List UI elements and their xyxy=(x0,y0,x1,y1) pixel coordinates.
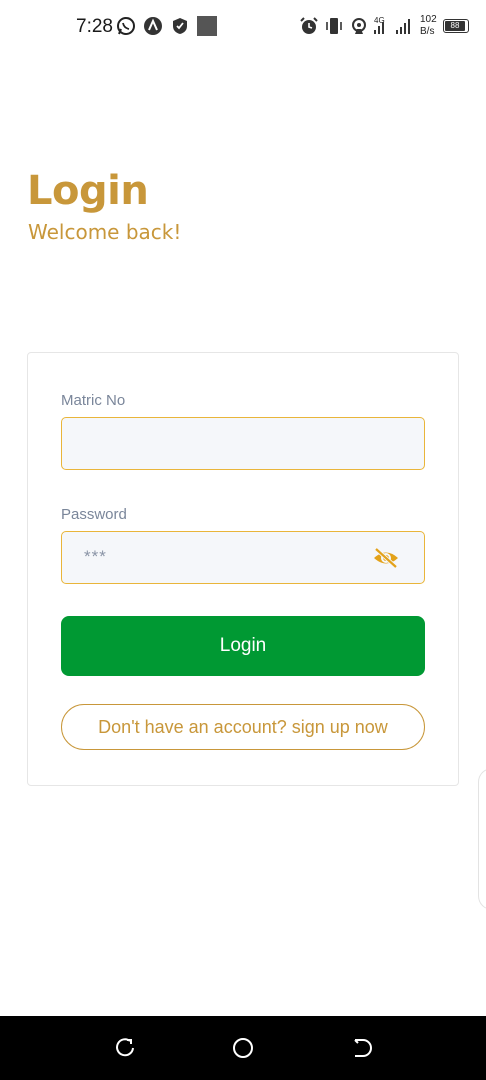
network-speed-unit: B/s xyxy=(420,26,435,37)
vpn-icon xyxy=(144,17,162,35)
eye-off-icon[interactable] xyxy=(372,546,400,570)
home-icon[interactable] xyxy=(231,1036,255,1060)
status-time: 7:28 xyxy=(76,16,113,37)
shield-icon xyxy=(173,18,187,34)
signup-button[interactable]: Don't have an account? sign up now xyxy=(61,704,425,750)
edge-panel-handle[interactable] xyxy=(478,768,486,910)
login-button[interactable]: Login xyxy=(61,616,425,676)
alarm-icon xyxy=(300,17,318,34)
status-bar: 7:28 4G 102 B/s 88 xyxy=(0,0,486,54)
login-card: Matric No Password *** Login Don't have … xyxy=(27,352,459,786)
password-label: Password xyxy=(61,506,127,523)
recents-icon[interactable] xyxy=(113,1036,137,1060)
matric-input[interactable] xyxy=(61,417,425,470)
whatsapp-icon xyxy=(117,17,135,35)
back-icon[interactable] xyxy=(349,1036,373,1060)
matric-label: Matric No xyxy=(61,392,126,409)
signal-icon xyxy=(374,19,410,34)
password-value: *** xyxy=(84,547,107,566)
page-subtitle: Welcome back! xyxy=(28,220,182,244)
page-title: Login xyxy=(27,168,149,214)
hotspot-icon xyxy=(352,18,366,34)
notification-square-icon xyxy=(197,16,217,36)
password-input[interactable]: *** xyxy=(61,531,425,584)
battery-icon: 88 xyxy=(443,19,469,33)
vibrate-icon xyxy=(326,18,342,34)
network-speed-value: 102 xyxy=(420,14,437,25)
battery-level: 88 xyxy=(445,21,465,31)
navigation-bar xyxy=(0,1016,486,1080)
